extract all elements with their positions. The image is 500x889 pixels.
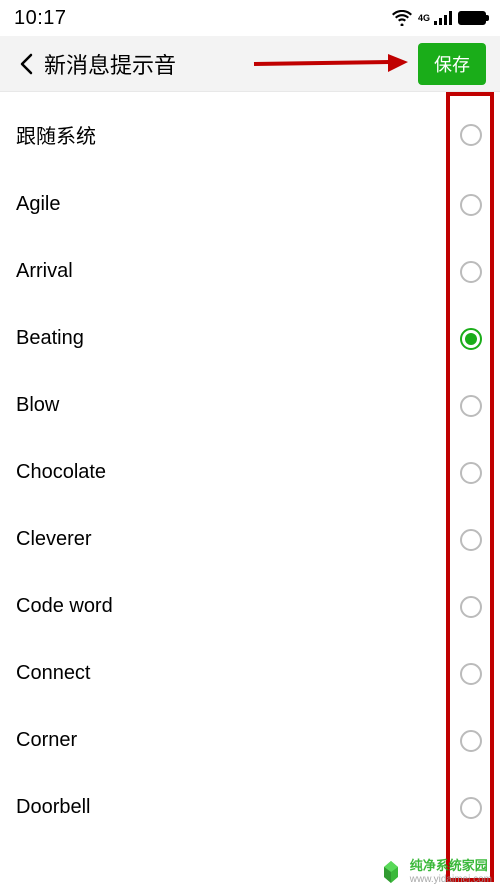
page-title: 新消息提示音 [44,48,176,80]
sound-option-label: Connect [16,662,91,685]
sound-option[interactable]: Corner [0,707,500,774]
radio-icon[interactable] [460,730,482,752]
radio-icon[interactable] [460,529,482,551]
sound-option[interactable]: Cleverer [0,506,500,573]
sound-option[interactable]: Chocolate [0,439,500,506]
radio-icon[interactable] [460,194,482,216]
sound-option-label: Blow [16,394,59,417]
sound-option-label: Corner [16,729,77,752]
network-type-label: 4G [418,14,430,23]
radio-icon[interactable] [460,462,482,484]
watermark: 纯净系统家园 www.yidaimei.com [378,859,492,885]
radio-icon[interactable] [460,663,482,685]
sound-option-label: Arrival [16,260,73,283]
sound-option-label: 跟随系统 [16,120,96,149]
save-button[interactable]: 保存 [418,43,486,85]
sound-option[interactable]: Blow [0,372,500,439]
sound-option-label: Doorbell [16,796,90,819]
sound-option[interactable]: Agile [0,171,500,238]
status-bar: 10:17 4G [0,0,500,36]
sound-option-label: Cleverer [16,528,92,551]
sound-option[interactable]: Connect [0,640,500,707]
sound-option[interactable]: 跟随系统 [0,98,500,171]
sound-option-label: Chocolate [16,461,106,484]
sound-option[interactable]: Doorbell [0,774,500,841]
radio-icon[interactable] [460,124,482,146]
sound-option-label: Beating [16,327,84,350]
watermark-logo-icon [378,859,404,885]
battery-icon [458,11,486,25]
radio-icon[interactable] [460,395,482,417]
sound-option[interactable]: Beating [0,305,500,372]
watermark-url: www.yidaimei.com [410,874,492,885]
watermark-text: 纯净系统家园 www.yidaimei.com [410,859,492,884]
radio-icon[interactable] [460,797,482,819]
watermark-title: 纯净系统家园 [410,859,492,873]
status-time: 10:17 [14,7,67,30]
header-bar: 新消息提示音 保存 [0,36,500,92]
sound-option-label: Code word [16,595,113,618]
wifi-icon [392,10,412,26]
signal-icon [434,11,452,25]
status-icons: 4G [392,10,486,26]
radio-icon[interactable] [460,261,482,283]
back-button[interactable] [12,53,40,75]
sound-option[interactable]: Arrival [0,238,500,305]
radio-icon[interactable] [460,596,482,618]
sound-option[interactable]: Code word [0,573,500,640]
sound-option-label: Agile [16,193,60,216]
radio-icon[interactable] [460,328,482,350]
sound-list: 跟随系统 Agile Arrival Beating Blow Chocolate Clev… [0,92,500,841]
